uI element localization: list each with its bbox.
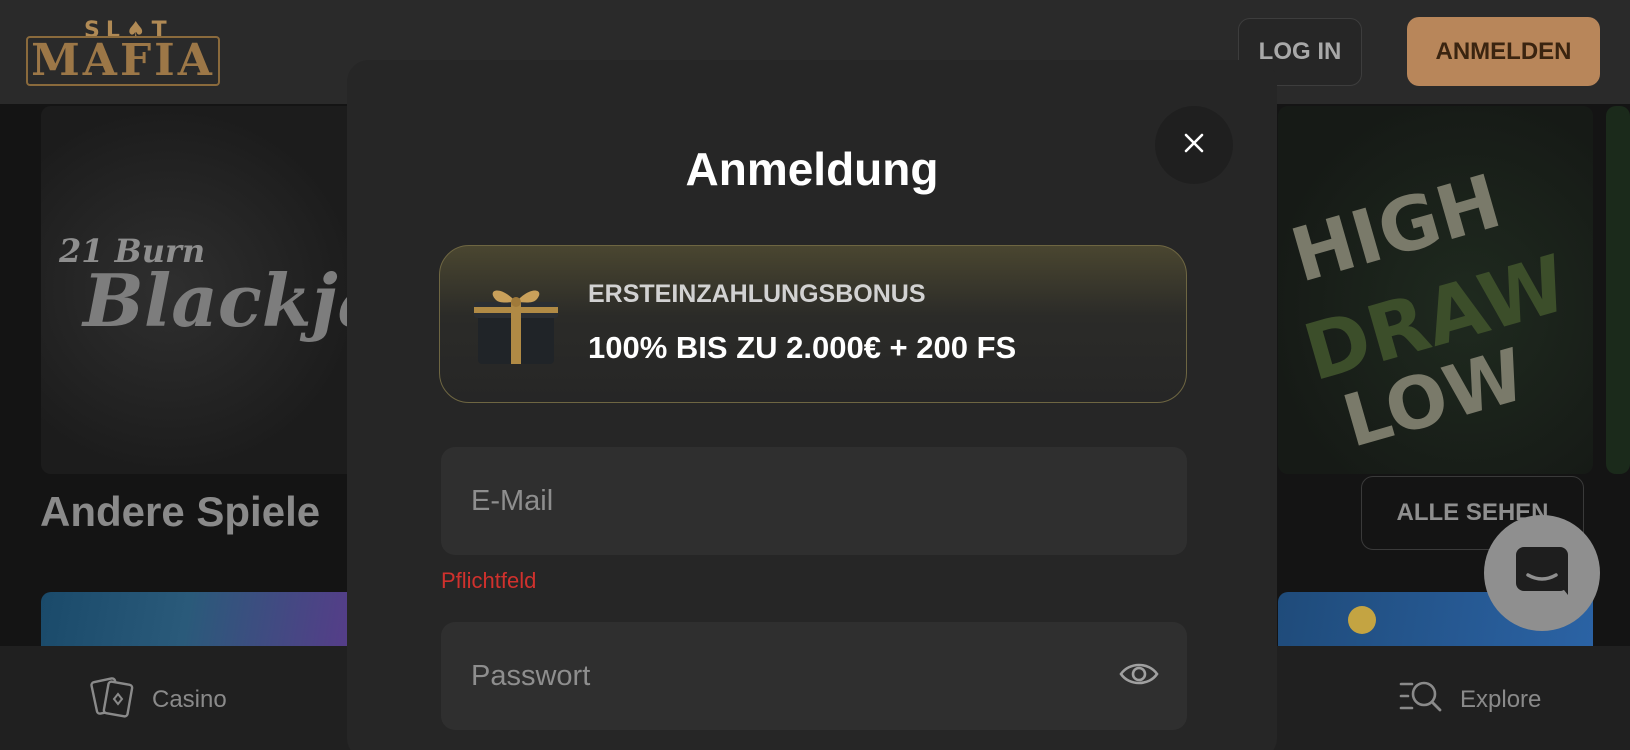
password-field[interactable] — [441, 622, 1187, 730]
close-icon — [1183, 132, 1205, 159]
bonus-label: ERSTEINZAHLUNGSBONUS — [588, 280, 926, 308]
password-input[interactable] — [441, 622, 1187, 730]
email-error-text: Pflichtfeld — [441, 568, 537, 593]
bonus-card: ERSTEINZAHLUNGSBONUS 100% BIS ZU 2.000€ … — [439, 245, 1187, 403]
gift-icon — [470, 280, 562, 370]
bonus-value: 100% BIS ZU 2.000€ + 200 FS — [588, 330, 1017, 365]
show-password-button[interactable] — [1117, 654, 1161, 698]
eye-icon — [1119, 659, 1159, 694]
modal-title: Anmeldung — [685, 143, 939, 195]
close-button[interactable] — [1155, 106, 1233, 184]
email-field[interactable] — [441, 447, 1187, 555]
email-input[interactable] — [441, 447, 1187, 555]
login-modal: Anmeldung ERSTEINZAHLUNGSBONUS 100% BIS … — [347, 60, 1277, 750]
